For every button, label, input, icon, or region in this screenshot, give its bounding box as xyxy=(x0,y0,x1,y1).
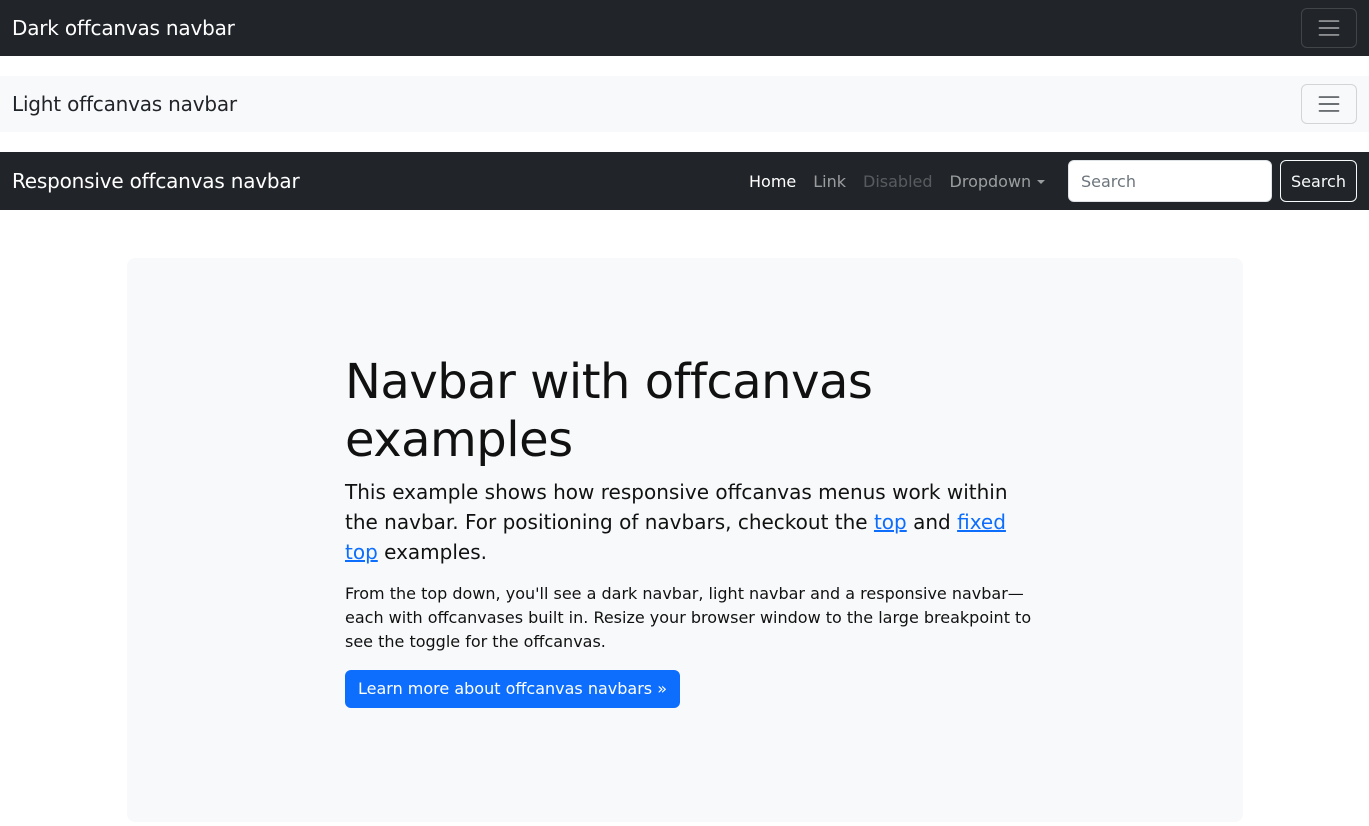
dark-navbar-brand[interactable]: Dark offcanvas navbar xyxy=(12,16,235,40)
responsive-navbar: Responsive offcanvas navbar Home Link Di… xyxy=(0,152,1369,210)
dark-navbar: Dark offcanvas navbar xyxy=(0,0,1369,56)
link-top[interactable]: top xyxy=(874,510,907,534)
body-paragraph: From the top down, you'll see a dark nav… xyxy=(345,584,1032,652)
light-navbar-toggler-button[interactable] xyxy=(1301,84,1357,124)
hero-container: Navbar with offcanvas examples This exam… xyxy=(127,258,1243,822)
responsive-nav-links: Home Link Disabled Dropdown xyxy=(749,152,1062,210)
learn-more-button[interactable]: Learn more about offcanvas navbars » xyxy=(345,670,680,709)
nav-dropdown-label: Dropdown xyxy=(949,171,1032,191)
nav-link-home[interactable]: Home xyxy=(749,172,796,191)
page-title: Navbar with offcanvas examples xyxy=(345,354,873,468)
nav-dropdown-toggle[interactable]: Dropdown xyxy=(950,172,1046,191)
nav-link-disabled: Disabled xyxy=(863,171,933,191)
light-navbar: Light offcanvas navbar xyxy=(0,76,1369,132)
light-navbar-brand[interactable]: Light offcanvas navbar xyxy=(12,92,237,116)
nav-link-link[interactable]: Link xyxy=(813,172,846,191)
dark-navbar-toggler-button[interactable] xyxy=(1301,8,1357,48)
hamburger-icon xyxy=(1318,20,1340,36)
lead-paragraph: This example shows how responsive offcan… xyxy=(345,477,1045,567)
lead-text-2: examples. xyxy=(377,540,487,565)
responsive-navbar-brand[interactable]: Responsive offcanvas navbar xyxy=(12,169,300,193)
search-button[interactable]: Search xyxy=(1280,160,1357,202)
hamburger-icon xyxy=(1318,96,1340,112)
hero-content: Navbar with offcanvas examples This exam… xyxy=(345,354,1045,709)
lead-text-and: and xyxy=(906,510,958,535)
search-input[interactable] xyxy=(1068,160,1272,202)
caret-down-icon xyxy=(1037,180,1046,184)
